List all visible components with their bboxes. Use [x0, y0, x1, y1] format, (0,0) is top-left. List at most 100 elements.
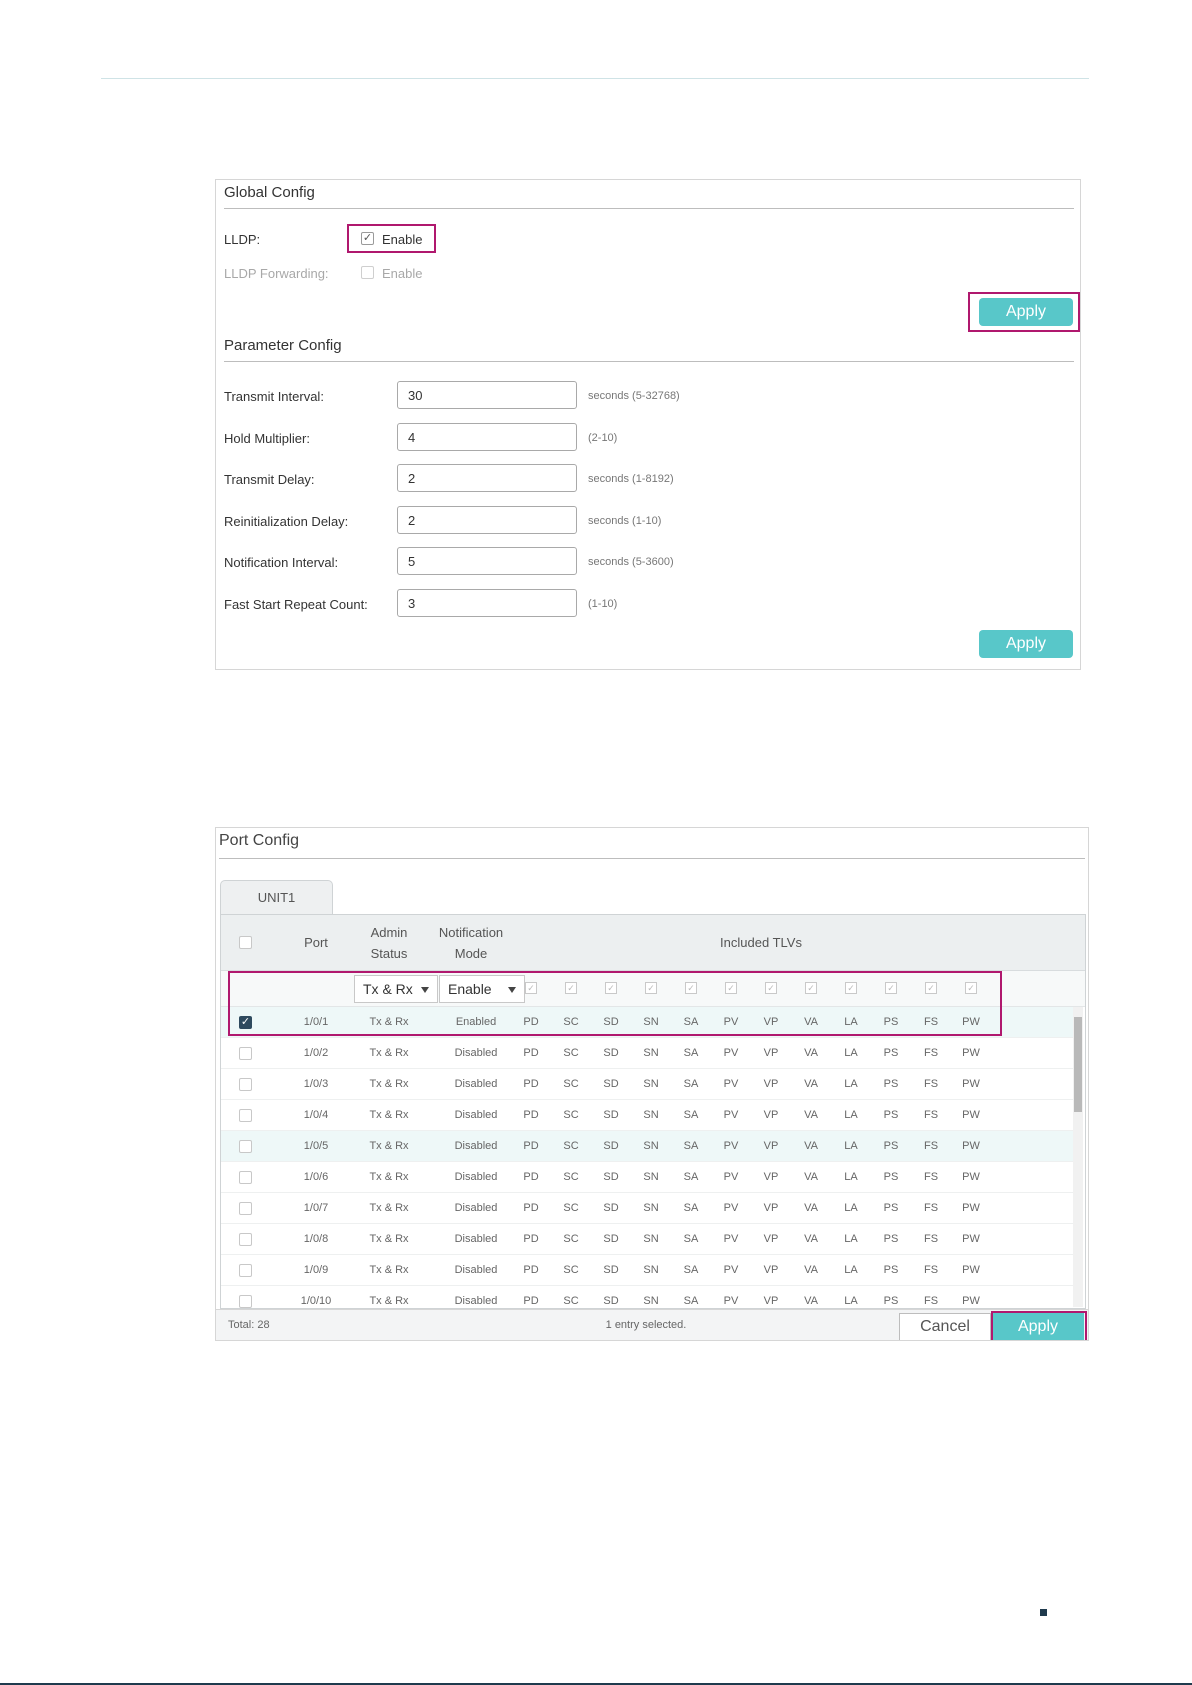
admin-status-cell: Tx & Rx	[369, 1264, 409, 1276]
tlv-cell: PD	[523, 1140, 539, 1152]
tlv-cell: VA	[804, 1295, 818, 1307]
admin-status-cell: Tx & Rx	[369, 1233, 409, 1245]
tlv-cell: VA	[804, 1078, 818, 1090]
tlv-cell: SA	[683, 1171, 699, 1183]
tlv-cell: FS	[923, 1109, 939, 1121]
table-row[interactable]: 1/0/2 Tx & Rx Disabled PD SC SD SN SA PV VP VA LA PS…	[221, 1038, 1073, 1069]
tlv-cell: SN	[643, 1140, 659, 1152]
port-cell: 1/0/6	[303, 1171, 329, 1183]
tlv-cell: PS	[883, 1171, 899, 1183]
port-cell: 1/0/7	[303, 1202, 329, 1214]
fast-start-repeat-count-input[interactable]: 3	[397, 589, 577, 617]
tlv-cell: PV	[723, 1078, 739, 1090]
tlv-cell: SC	[563, 1078, 579, 1090]
tlv-cell: FS	[923, 1047, 939, 1059]
row-checkbox[interactable]	[239, 1078, 252, 1091]
table-row[interactable]: 1/0/8 Tx & Rx Disabled PD SC SD SN SA PV VP VA LA PS…	[221, 1224, 1073, 1255]
port-config-panel: Port Config UNIT1 Port Admin Status Noti…	[215, 827, 1089, 1341]
tlv-cell: SC	[563, 1295, 579, 1307]
lldp-forwarding-checkbox[interactable]	[361, 266, 374, 279]
tlv-cell: SA	[683, 1295, 699, 1307]
tab-unit1[interactable]: UNIT1	[220, 880, 333, 914]
notification-mode-header-2: Mode	[454, 946, 488, 961]
lldp-forwarding-enable-text: Enable	[382, 266, 423, 281]
tlv-cell: LA	[844, 1109, 858, 1121]
notification-mode-cell: Disabled	[454, 1295, 498, 1307]
tlv-cell: VP	[763, 1264, 779, 1276]
table-scrollbar[interactable]	[1073, 1007, 1083, 1307]
parameter-config-title: Parameter Config	[224, 337, 342, 354]
tlv-cell: SN	[643, 1202, 659, 1214]
hold-multiplier-input[interactable]: 4	[397, 423, 577, 451]
global-apply-button[interactable]: Apply	[979, 298, 1073, 326]
admin-status-cell: Tx & Rx	[369, 1140, 409, 1152]
tlv-cell: PV	[723, 1295, 739, 1307]
tlv-cell: VP	[763, 1295, 779, 1307]
tlv-cell: VP	[763, 1140, 779, 1152]
tlv-cell: FS	[923, 1233, 939, 1245]
fast-start-repeat-count-hint: (1-10)	[588, 598, 618, 610]
tlv-cell: FS	[923, 1140, 939, 1152]
admin-status-cell: Tx & Rx	[369, 1171, 409, 1183]
table-row[interactable]: 1/0/5 Tx & Rx Disabled PD SC SD SN SA PV VP VA LA PS…	[221, 1131, 1073, 1162]
table-header: Port Admin Status Notification Mode Incl…	[221, 915, 1085, 971]
scrollbar-thumb[interactable]	[1074, 1017, 1082, 1112]
tlv-cell: PD	[523, 1202, 539, 1214]
row-checkbox[interactable]	[239, 1233, 252, 1246]
transmit-delay-input[interactable]: 2	[397, 464, 577, 492]
tlv-cell: PS	[883, 1264, 899, 1276]
tlv-cell: VP	[763, 1047, 779, 1059]
row-checkbox[interactable]	[239, 1295, 252, 1308]
tlv-cell: VA	[804, 1233, 818, 1245]
reinitialization-delay-input[interactable]: 2	[397, 506, 577, 534]
table-footer: Total: 28 1 entry selected. Cancel Apply	[216, 1309, 1088, 1340]
tlv-cell: PD	[523, 1233, 539, 1245]
table-row[interactable]: 1/0/4 Tx & Rx Disabled PD SC SD SN SA PV VP VA LA PS…	[221, 1100, 1073, 1131]
row-checkbox[interactable]	[239, 1202, 252, 1215]
tlv-cell: PW	[962, 1202, 980, 1214]
tlv-cell: VA	[804, 1047, 818, 1059]
admin-status-cell: Tx & Rx	[369, 1078, 409, 1090]
port-apply-highlight	[991, 1311, 1087, 1340]
tlv-cell: PV	[723, 1047, 739, 1059]
tlv-cell: PV	[723, 1140, 739, 1152]
tlv-cell: FS	[923, 1078, 939, 1090]
table-row[interactable]: 1/0/3 Tx & Rx Disabled PD SC SD SN SA PV VP VA LA PS…	[221, 1069, 1073, 1100]
tlv-cell: PD	[523, 1047, 539, 1059]
tlv-cell: SN	[643, 1171, 659, 1183]
tlv-cell: PD	[523, 1264, 539, 1276]
tlv-cell: PS	[883, 1047, 899, 1059]
parameter-apply-button[interactable]: Apply	[979, 630, 1073, 658]
notification-interval-input[interactable]: 5	[397, 547, 577, 575]
row-checkbox[interactable]	[239, 1264, 252, 1277]
tlv-cell: SA	[683, 1233, 699, 1245]
tlv-cell: SD	[603, 1047, 619, 1059]
total-count: Total: 28	[228, 1319, 270, 1331]
cancel-button[interactable]: Cancel	[899, 1313, 991, 1340]
tlv-cell: PD	[523, 1109, 539, 1121]
row-checkbox[interactable]	[239, 1171, 252, 1184]
tlv-cell: LA	[844, 1078, 858, 1090]
tlv-cell: SA	[683, 1202, 699, 1214]
tlv-cell: SA	[683, 1078, 699, 1090]
lldp-enable-checkbox[interactable]: ✓	[361, 232, 374, 245]
tlv-cell: SD	[603, 1078, 619, 1090]
row-checkbox[interactable]	[239, 1047, 252, 1060]
table-row[interactable]: 1/0/7 Tx & Rx Disabled PD SC SD SN SA PV VP VA LA PS…	[221, 1193, 1073, 1224]
transmit-delay-label: Transmit Delay:	[224, 472, 315, 487]
table-row[interactable]: 1/0/6 Tx & Rx Disabled PD SC SD SN SA PV VP VA LA PS…	[221, 1162, 1073, 1193]
table-row[interactable]: 1/0/9 Tx & Rx Disabled PD SC SD SN SA PV VP VA LA PS…	[221, 1255, 1073, 1286]
tlv-cell: PD	[523, 1295, 539, 1307]
tlv-cell: VA	[804, 1202, 818, 1214]
tlv-cell: SD	[603, 1295, 619, 1307]
row-checkbox[interactable]	[239, 1109, 252, 1122]
port-cell: 1/0/8	[303, 1233, 329, 1245]
tlv-cell: SD	[603, 1264, 619, 1276]
tlv-cell: LA	[844, 1047, 858, 1059]
tlv-cell: VA	[804, 1140, 818, 1152]
row-checkbox[interactable]	[239, 1140, 252, 1153]
select-all-checkbox[interactable]	[239, 936, 252, 949]
config-panel: Global Config LLDP: ✓ Enable LLDP Forwar…	[215, 179, 1081, 670]
transmit-interval-input[interactable]: 30	[397, 381, 577, 409]
tlv-cell: SN	[643, 1233, 659, 1245]
